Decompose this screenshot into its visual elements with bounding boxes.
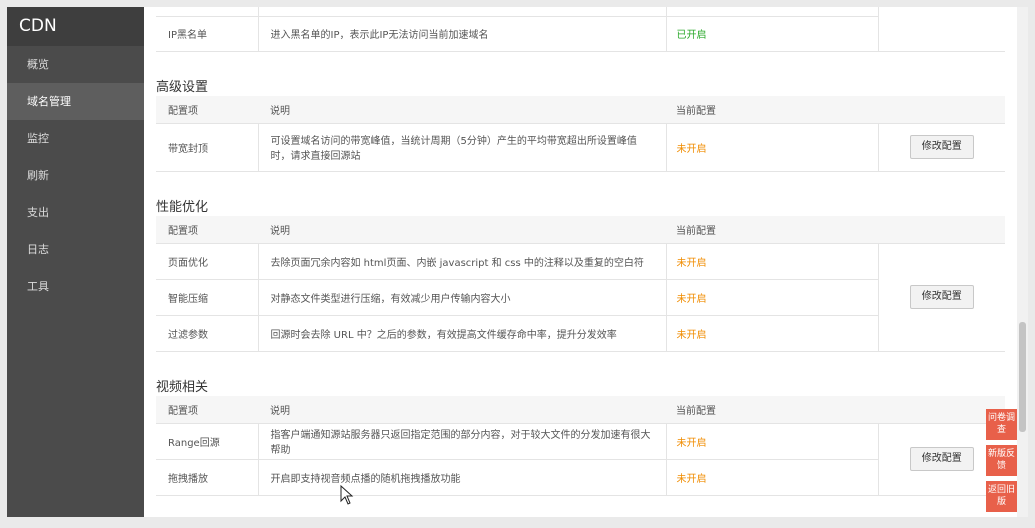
sidebar-item-expense[interactable]: 支出 [7,194,144,231]
sidebar-item-logs[interactable]: 日志 [7,231,144,268]
app-window: CDN 概览 域名管理 监控 刷新 支出 日志 工具 IP黑名单 进入黑名单的I… [0,0,1035,528]
sidebar-item-refresh[interactable]: 刷新 [7,157,144,194]
blacklist-table: IP黑名单 进入黑名单的IP，表示此IP无法访问当前加速域名 已开启 [156,7,1005,52]
config-item-desc: 去除页面冗余内容如 html页面、内嵌 javascript 和 css 中的注… [258,243,667,280]
config-item-desc: 对静态文件类型进行压缩，有效减少用户传输内容大小 [258,279,667,316]
scrollbar-thumb[interactable] [1019,322,1026,432]
header-description: 说明 [258,396,666,424]
config-item-desc: 回源时会去除 URL 中？之后的参数，有效提高文件缓存命中率，提升分发效率 [258,315,667,352]
survey-button[interactable]: 问卷调查 [986,409,1017,440]
config-item-name: Range回源 [156,423,259,460]
config-item-name: 带宽封顶 [156,123,259,172]
status-badge: 未开启 [666,243,879,280]
table-row: 智能压缩 对静态文件类型进行压缩，有效减少用户传输内容大小 未开启 [156,279,1005,316]
table-row: 带宽封顶 可设置域名访问的带宽峰值，当统计周期（5分钟）产生的平均带宽超出所设置… [156,123,1005,172]
header-config-item: 配置项 [156,216,258,244]
config-item-name: 页面优化 [156,243,259,280]
status-badge: 未开启 [666,279,879,316]
performance-table: 配置项 说明 当前配置 页面优化 去除页面冗余内容如 html页面、内嵌 jav… [156,216,1005,352]
table-row: 过滤参数 回源时会去除 URL 中？之后的参数，有效提高文件缓存命中率，提升分发… [156,315,1005,352]
return-old-version-button[interactable]: 返回旧版 [986,481,1017,512]
status-badge: 已开启 [666,16,879,52]
section-title-performance: 性能优化 [156,200,209,215]
config-item-name: 智能压缩 [156,279,259,316]
status-badge: 未开启 [666,123,879,172]
feedback-button[interactable]: 新版反馈 [986,445,1017,476]
table-row: 页面优化 去除页面冗余内容如 html页面、内嵌 javascript 和 cs… [156,243,1005,352]
mouse-cursor-icon [340,485,354,505]
config-item-desc: 指客户端通知源站服务器只返回指定范围的部分内容，对于较大文件的分发加速有很大帮助 [258,423,667,460]
modify-config-button[interactable]: 修改配置 [909,447,974,471]
status-badge: 未开启 [666,423,879,460]
table-row: IP黑名单 进入黑名单的IP，表示此IP无法访问当前加速域名 已开启 [156,16,1005,52]
header-current-config: 当前配置 [666,396,878,424]
config-item-name: 拖拽播放 [156,459,259,496]
status-badge: 未开启 [666,315,879,352]
sidebar-item-monitor[interactable]: 监控 [7,120,144,157]
table-row [156,7,1005,17]
header-config-item: 配置项 [156,96,258,124]
main-content: IP黑名单 进入黑名单的IP，表示此IP无法访问当前加速域名 已开启 高级设置 … [144,7,1017,517]
header-current-config: 当前配置 [666,216,878,244]
header-current-config: 当前配置 [666,96,878,124]
brand-title: CDN [7,7,144,46]
config-item-desc: 进入黑名单的IP，表示此IP无法访问当前加速域名 [258,16,667,52]
sidebar-item-domain-management[interactable]: 域名管理 [7,83,144,120]
section-title-advanced: 高级设置 [156,80,209,95]
modify-config-button[interactable]: 修改配置 [909,285,974,309]
header-config-item: 配置项 [156,396,258,424]
config-item-name: IP黑名单 [156,16,259,52]
video-table: 配置项 说明 当前配置 Range回源 指客户端通知源站服务器只返回指定范围的部… [156,396,1005,496]
config-item-desc: 可设置域名访问的带宽峰值，当统计周期（5分钟）产生的平均带宽超出所设置峰值时，请… [258,123,667,172]
config-item-desc: 开启即支持视音频点播的随机拖拽播放功能 [258,459,667,496]
config-item-name: 过滤参数 [156,315,259,352]
modify-config-button[interactable]: 修改配置 [909,135,974,159]
scrollbar[interactable] [1017,7,1028,517]
sidebar: CDN 概览 域名管理 监控 刷新 支出 日志 工具 [7,7,144,517]
sidebar-item-overview[interactable]: 概览 [7,46,144,83]
table-row: Range回源 指客户端通知源站服务器只返回指定范围的部分内容，对于较大文件的分… [156,423,1005,496]
header-description: 说明 [258,96,666,124]
status-badge: 未开启 [666,459,879,496]
header-description: 说明 [258,216,666,244]
sidebar-item-tools[interactable]: 工具 [7,268,144,305]
section-title-video: 视频相关 [156,380,209,395]
table-row: 拖拽播放 开启即支持视音频点播的随机拖拽播放功能 未开启 [156,459,1005,496]
advanced-table: 配置项 说明 当前配置 带宽封顶 可设置域名访问的带宽峰值，当统计周期（5分钟）… [156,96,1005,172]
